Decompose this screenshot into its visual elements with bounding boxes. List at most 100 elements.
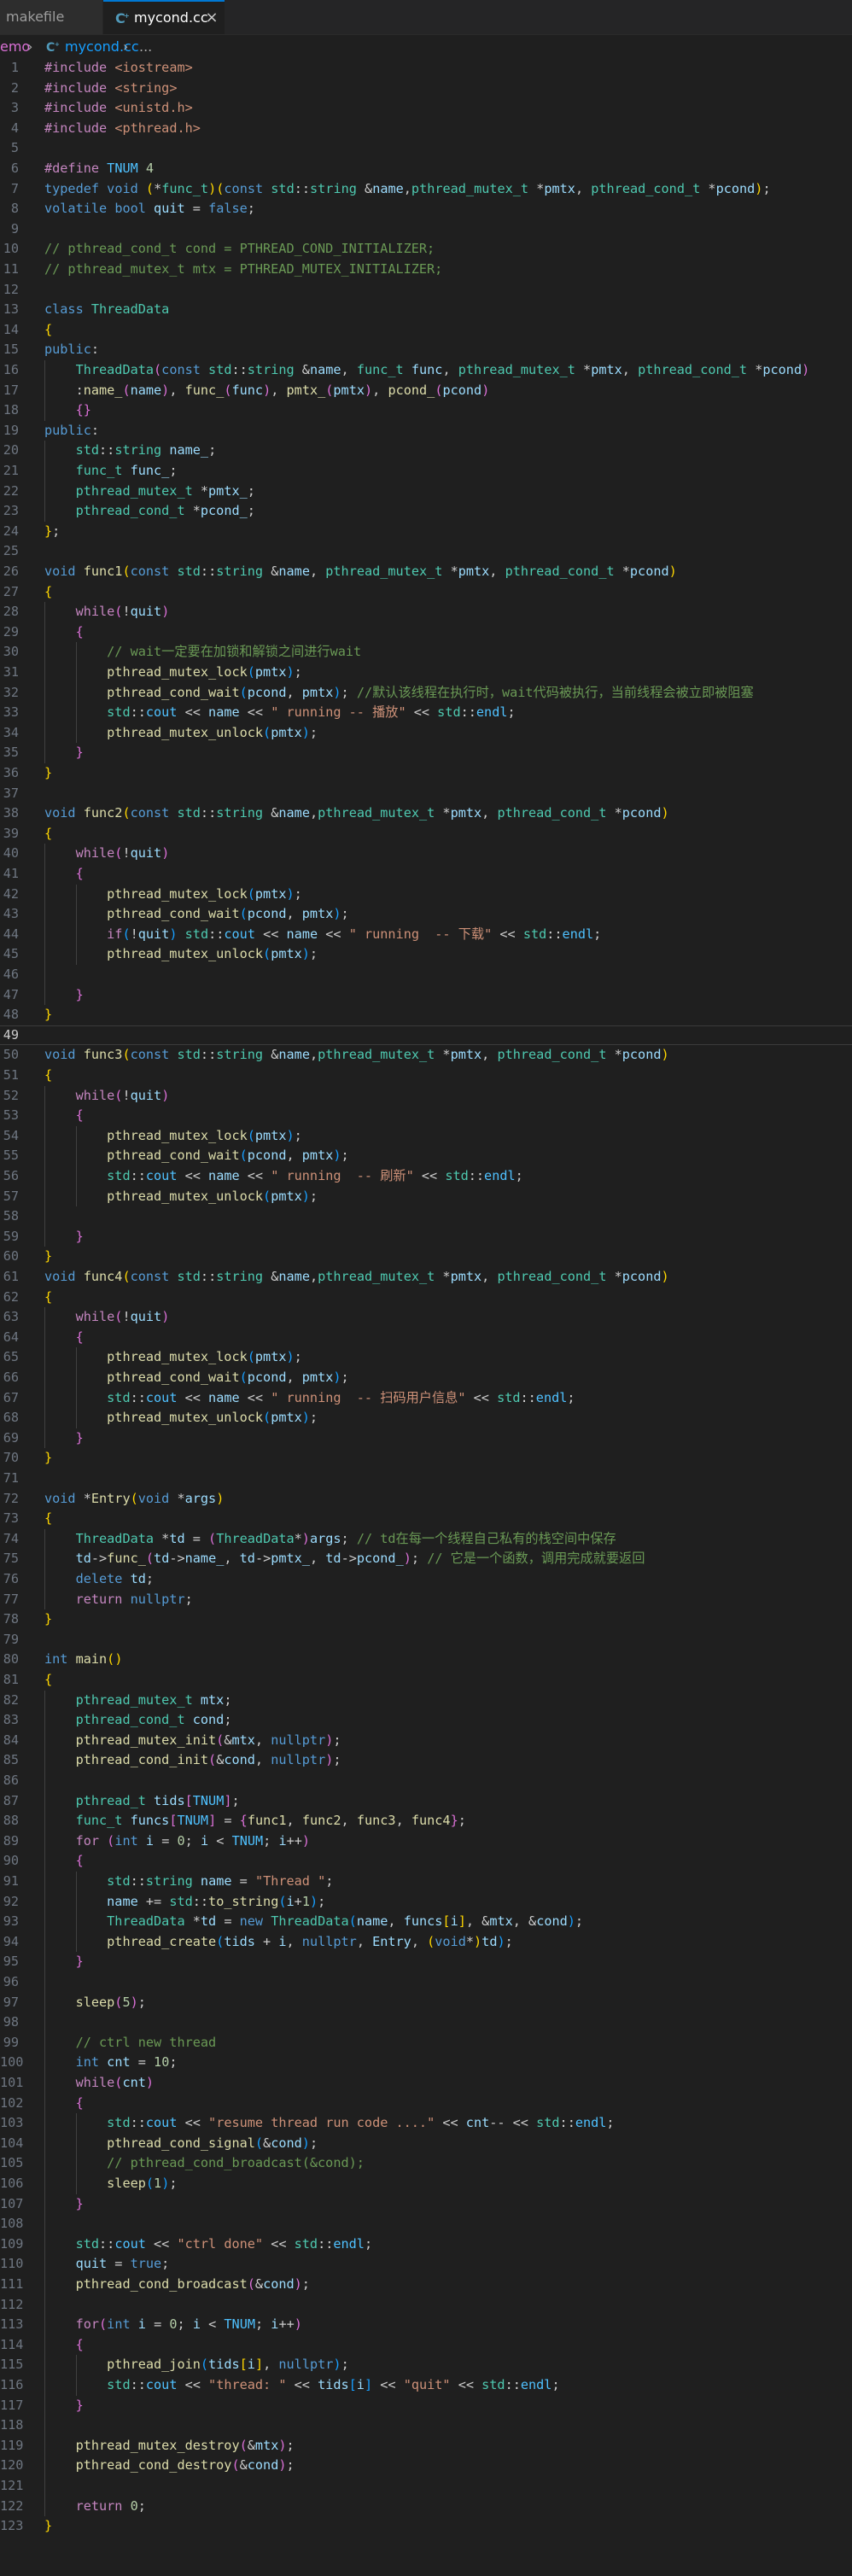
code-line[interactable]: 76 delete td; (0, 1569, 852, 1590)
code-line[interactable]: 48} (0, 1005, 852, 1025)
code-line[interactable]: 19 public: (0, 421, 852, 441)
code-line[interactable]: 121 (0, 2476, 852, 2497)
code-line[interactable]: 39 { (0, 824, 852, 844)
code-line[interactable]: 27 { (0, 582, 852, 603)
tab-mycond-cc[interactable]: C + mycond.cc × (103, 0, 225, 34)
code-line[interactable]: 18 {} (0, 400, 852, 421)
code-line[interactable]: 6 #define TNUM 4 (0, 159, 852, 179)
code-line[interactable]: 37 (0, 784, 852, 804)
code-line[interactable]: 51 { (0, 1066, 852, 1086)
code-line[interactable]: 46 (0, 965, 852, 985)
code-line[interactable]: 83 pthread_cond_t cond; (0, 1710, 852, 1731)
code-line[interactable]: 89 for (int i = 0; i < TNUM; i++) (0, 1831, 852, 1852)
code-line[interactable]: 93 ThreadData *td = new ThreadData(name,… (0, 1912, 852, 1932)
code-line[interactable]: 120 pthread_cond_destroy(&cond); (0, 2456, 852, 2476)
code-line[interactable]: 91 std::string name = "Thread "; (0, 1872, 852, 1892)
code-line[interactable]: 106 sleep(1); (0, 2174, 852, 2194)
code-line[interactable]: 113 for(int i = 0; i < TNUM; i++) (0, 2315, 852, 2335)
code-line[interactable]: 21 func_t func_; (0, 461, 852, 482)
code-line[interactable]: 70} (0, 1448, 852, 1469)
code-line[interactable]: 98 (0, 2012, 852, 2033)
code-line[interactable]: 1 #include <iostream> (0, 58, 852, 79)
code-line[interactable]: 92 name += std::to_string(i+1); (0, 1892, 852, 1913)
code-line[interactable]: 33 std::cout << name << " running -- 播放"… (0, 703, 852, 723)
code-line[interactable]: 107 } (0, 2194, 852, 2215)
code-line[interactable]: 53 { (0, 1106, 852, 1126)
code-line[interactable]: 87 pthread_t tids[TNUM]; (0, 1791, 852, 1812)
code-line[interactable]: 66 pthread_cond_wait(pcond, pmtx); (0, 1368, 852, 1388)
code-line[interactable]: 119 pthread_mutex_destroy(&mtx); (0, 2436, 852, 2456)
code-line[interactable]: 59 } (0, 1227, 852, 1247)
code-line[interactable]: 82 pthread_mutex_t mtx; (0, 1691, 852, 1711)
code-line[interactable]: 24}; (0, 522, 852, 542)
code-editor[interactable]: 1 #include <iostream> 2 #include <string> 3 #… (0, 58, 852, 2576)
code-line[interactable]: 16 ThreadData(const std::string &name, f… (0, 360, 852, 381)
code-line[interactable]: 23 pthread_cond_t *pcond_; (0, 501, 852, 522)
tab-makefile[interactable]: makefile (0, 0, 102, 34)
code-line[interactable]: 67 std::cout << name << " running -- 扫码用… (0, 1388, 852, 1409)
code-line[interactable]: 54 pthread_mutex_lock(pmtx); (0, 1126, 852, 1147)
code-line[interactable]: 36} (0, 763, 852, 784)
breadcrumb-folder[interactable]: emo (0, 35, 30, 58)
code-line[interactable]: 50 void func3(const std::string &name,pth… (0, 1045, 852, 1066)
code-line[interactable]: 95 } (0, 1952, 852, 1972)
code-line[interactable]: 61 void func4(const std::string &name,pth… (0, 1267, 852, 1288)
code-line[interactable]: 117 } (0, 2396, 852, 2416)
code-line[interactable]: 115 pthread_join(tids[i], nullptr); (0, 2355, 852, 2375)
code-line[interactable]: 60} (0, 1247, 852, 1267)
code-line[interactable]: 80 int main() (0, 1650, 852, 1670)
code-line[interactable]: 109 std::cout << "ctrl done" << std::end… (0, 2234, 852, 2255)
code-line[interactable]: 10 // pthread_cond_t cond = PTHREAD_COND_… (0, 239, 852, 260)
code-line[interactable]: 77 return nullptr; (0, 1590, 852, 1610)
code-line[interactable]: 40 while(!quit) (0, 844, 852, 864)
code-line[interactable]: 13 class ThreadData (0, 300, 852, 320)
code-line[interactable]: 74 ThreadData *td = (ThreadData*)args; /… (0, 1529, 852, 1550)
code-line[interactable]: 14 { (0, 320, 852, 341)
code-line[interactable]: 11 // pthread_mutex_t mtx = PTHREAD_MUTEX… (0, 260, 852, 280)
code-line[interactable]: 31 pthread_mutex_lock(pmtx); (0, 663, 852, 683)
code-line[interactable]: 102 { (0, 2094, 852, 2114)
code-line[interactable]: 32 pthread_cond_wait(pcond, pmtx); //默认该… (0, 683, 852, 704)
code-line[interactable]: 112 (0, 2295, 852, 2316)
close-tab-icon[interactable]: × (203, 2, 220, 34)
code-line[interactable]: 110 quit = true; (0, 2254, 852, 2275)
code-line[interactable]: 7 typedef void (*func_t)(const std::strin… (0, 179, 852, 200)
code-line[interactable]: 29 { (0, 622, 852, 643)
code-line[interactable]: 122 return 0; (0, 2497, 852, 2517)
code-line[interactable]: 47 } (0, 985, 852, 1006)
code-line[interactable]: 58 (0, 1206, 852, 1227)
code-line[interactable]: 99 // ctrl new thread (0, 2033, 852, 2053)
code-line[interactable]: 123} (0, 2516, 852, 2537)
code-line[interactable]: 72 void *Entry(void *args) (0, 1489, 852, 1510)
code-line[interactable]: 52 while(!quit) (0, 1086, 852, 1107)
code-line[interactable]: 65 pthread_mutex_lock(pmtx); (0, 1347, 852, 1368)
code-line[interactable]: 114 { (0, 2335, 852, 2356)
breadcrumb-symbol[interactable]: ... (139, 35, 152, 58)
code-line[interactable]: 34 pthread_mutex_unlock(pmtx); (0, 723, 852, 744)
code-line[interactable]: 20 std::string name_; (0, 441, 852, 461)
code-line[interactable]: 97 sleep(5); (0, 1993, 852, 2013)
code-line[interactable]: 108 (0, 2214, 852, 2234)
code-line[interactable]: 28 while(!quit) (0, 602, 852, 622)
code-line[interactable]: 73 { (0, 1509, 852, 1529)
code-line[interactable]: 5 (0, 138, 852, 159)
code-line[interactable]: 55 pthread_cond_wait(pcond, pmtx); (0, 1146, 852, 1166)
code-line[interactable]: 96 (0, 1972, 852, 1993)
code-line[interactable]: 111 pthread_cond_broadcast(&cond); (0, 2275, 852, 2295)
code-line[interactable]: 71 (0, 1469, 852, 1489)
code-line[interactable]: 105 // pthread_cond_broadcast(&cond); (0, 2153, 852, 2174)
code-line[interactable]: 56 std::cout << name << " running -- 刷新"… (0, 1166, 852, 1187)
code-line[interactable]: 64 { (0, 1328, 852, 1348)
code-line[interactable]: 85 pthread_cond_init(&cond, nullptr); (0, 1750, 852, 1771)
code-line[interactable]: 3 #include <unistd.h> (0, 98, 852, 119)
code-line[interactable]: 78} (0, 1609, 852, 1630)
code-line[interactable]: 4 #include <pthread.h> (0, 119, 852, 139)
code-line[interactable]: 84 pthread_mutex_init(&mtx, nullptr); (0, 1731, 852, 1751)
code-line[interactable]: 41 { (0, 864, 852, 885)
code-line[interactable]: 12 (0, 280, 852, 301)
code-line[interactable]: 100 int cnt = 10; (0, 2053, 852, 2073)
code-line[interactable]: 49 (0, 1025, 852, 1046)
code-line[interactable]: 88 func_t funcs[TNUM] = {func1, func2, f… (0, 1811, 852, 1831)
code-line[interactable]: 94 pthread_create(tids + i, nullptr, Ent… (0, 1932, 852, 1953)
code-line[interactable]: 118 (0, 2415, 852, 2436)
